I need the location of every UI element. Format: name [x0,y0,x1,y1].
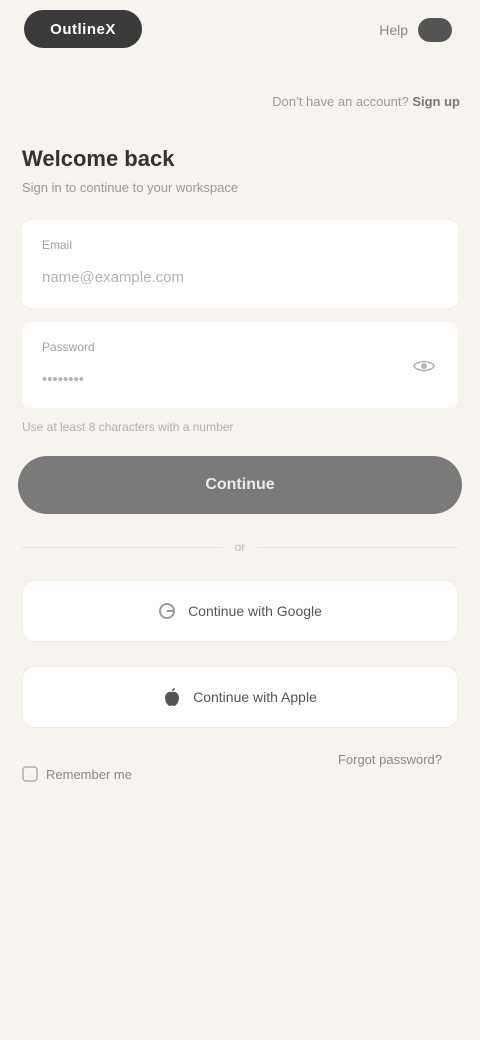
login-page: OutlineX Help Don’t have an account? Sig… [0,0,480,1040]
signup-prefix: Don’t have an account? [272,94,409,109]
email-input[interactable] [42,260,398,294]
email-field: Email [22,220,458,308]
page-title: Welcome back [22,146,175,171]
password-field: Password [22,322,458,408]
password-input[interactable] [42,362,398,396]
remember-me[interactable]: Remember me [22,766,132,782]
header-actions: Help [379,18,452,42]
password-label: Password [42,340,95,354]
logo[interactable]: OutlineX [24,10,142,48]
continue-button[interactable]: Continue [18,456,462,514]
google-signin-button[interactable]: Continue with Google [22,580,458,642]
toggle-password-visibility-button[interactable] [408,350,440,382]
divider-text: or [234,540,246,554]
checkbox-icon[interactable] [22,766,38,782]
logo-text: OutlineX [50,20,116,38]
apple-signin-button[interactable]: Continue with Apple [22,666,458,728]
signup-prompt: Don’t have an account? Sign up [272,94,460,109]
forgot-password-link[interactable]: Forgot password? [338,752,442,767]
apple-signin-label: Continue with Apple [193,689,317,705]
page-subtitle: Sign in to continue to your workspace [22,180,239,195]
google-signin-label: Continue with Google [188,603,322,619]
divider-line-right [257,546,459,548]
password-hint: Use at least 8 characters with a number [22,420,234,434]
signup-link[interactable]: Sign up [412,94,460,109]
eye-icon [413,358,435,374]
help-link[interactable]: Help [379,22,408,38]
menu-toggle[interactable] [418,18,452,42]
google-icon [158,602,176,620]
header: OutlineX Help [0,0,480,64]
divider-line-left [22,546,223,548]
email-label: Email [42,238,73,252]
remember-me-label: Remember me [46,766,132,782]
apple-icon [163,687,181,707]
divider: or [22,540,459,554]
